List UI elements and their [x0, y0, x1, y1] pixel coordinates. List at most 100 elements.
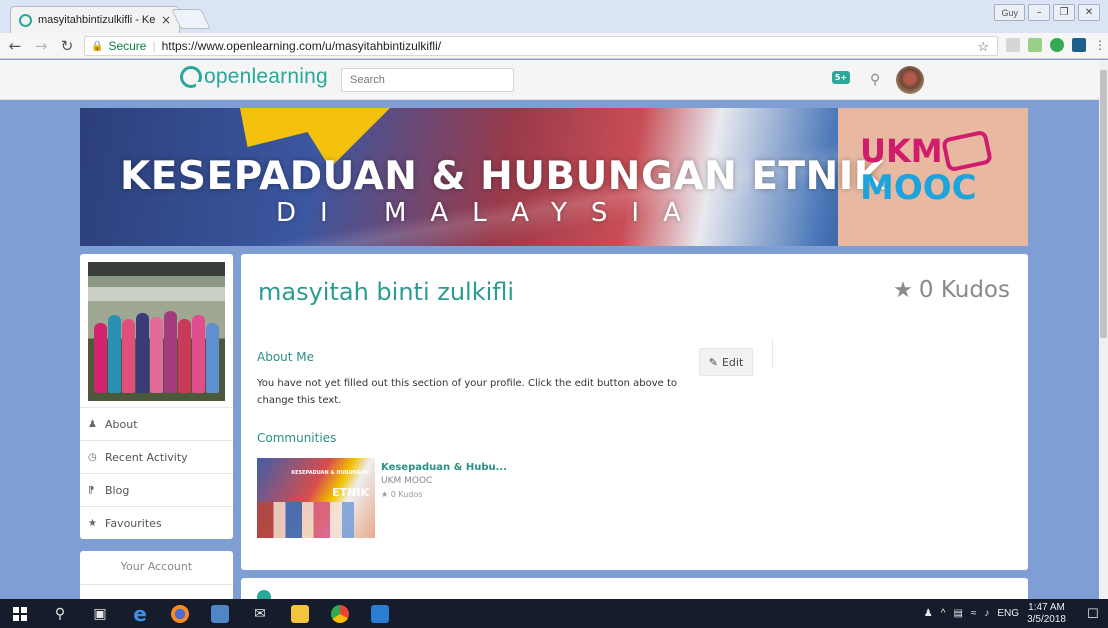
clock-time: 1:47 AM [1028, 601, 1065, 613]
photo-figure [192, 315, 205, 393]
sidebar-item-about[interactable]: ♟ About [80, 407, 233, 440]
photo-figure [122, 319, 135, 393]
star-icon: ★ [88, 517, 97, 529]
community-kudos: ★ 0 Kudos [381, 490, 507, 499]
extension-icon-4[interactable] [1072, 38, 1086, 52]
community-kudos-label: 0 Kudos [390, 490, 423, 499]
star-icon: ★ [893, 277, 913, 303]
search-icon[interactable]: ⚲ [40, 599, 80, 628]
extension-icons: ⋮ [1006, 38, 1106, 52]
bookmark-star-icon[interactable]: ☆ [977, 39, 989, 55]
profile-sidebar: ♟ About ◷ Recent Activity ⁋ Blog ★ Favou… [80, 254, 233, 539]
photo-figure [94, 323, 107, 393]
course-banner: KESEPADUAN & HUBUNGAN ETNIK DI MALAYSIA … [80, 108, 1028, 246]
communities-heading: Communities [257, 431, 337, 445]
reload-icon[interactable]: ↻ [56, 37, 78, 55]
edge-icon[interactable]: e [120, 599, 160, 628]
photo-figure [164, 311, 177, 393]
forward-icon[interactable]: → [30, 37, 52, 55]
system-tray: ♟ ^ ▤ ≈ ♪ ENG 1:47 AM 3/5/2018 ☐ [924, 599, 1108, 628]
browser-tab[interactable]: masyitahbintizulkifli - Ke × [10, 6, 180, 33]
sidebar-item-favourites[interactable]: ★ Favourites [80, 506, 233, 539]
firefox-icon[interactable] [160, 599, 200, 628]
kudos-label: 0 Kudos [918, 277, 1010, 303]
ukm-logo-text: UKM [860, 132, 943, 170]
sidebar-menu: ♟ About ◷ Recent Activity ⁋ Blog ★ Favou… [80, 407, 233, 539]
community-card[interactable]: KESEPADUAN & HUBUNGAN ETNIK Kesepaduan &… [257, 458, 507, 538]
logo-o-icon [180, 66, 203, 88]
people-icon[interactable]: ♟ [924, 608, 933, 619]
sidebar-item-label: Favourites [105, 516, 162, 530]
sidebar-item-label: Blog [105, 483, 130, 497]
edit-button[interactable]: ✎ Edit [699, 348, 753, 376]
header-icons: 5+ ⚲ [826, 66, 925, 94]
profile-chip[interactable]: Guy [994, 4, 1025, 21]
sidebar-item-blog[interactable]: ⁋ Blog [80, 473, 233, 506]
community-name-link[interactable]: Kesepaduan & Hubu... [381, 462, 507, 473]
tab-title: masyitahbintizulkifli - Ke [38, 14, 156, 26]
photo-figure [206, 323, 219, 393]
thumb-small-text: KESEPADUAN & HUBUNGAN [291, 470, 369, 476]
rss-icon: ⁋ [88, 484, 95, 496]
scrollbar-thumb[interactable] [1100, 70, 1107, 338]
account-panel: Your Account [80, 551, 233, 601]
secure-label: Secure [108, 39, 147, 53]
messages-icon[interactable]: 5+ [826, 69, 854, 91]
start-button[interactable] [0, 599, 40, 628]
sidebar-item-recent-activity[interactable]: ◷ Recent Activity [80, 440, 233, 473]
check-extension-icon[interactable] [1050, 38, 1064, 52]
chrome-icon[interactable] [320, 599, 360, 628]
url-text: https://www.openlearning.com/u/masyitahb… [161, 39, 442, 53]
page-scrollbar[interactable] [1099, 60, 1108, 599]
volume-icon[interactable]: ♪ [984, 608, 989, 619]
wifi-icon[interactable]: ≈ [971, 608, 977, 619]
search-input[interactable] [341, 68, 514, 92]
community-info: Kesepaduan & Hubu... UKM MOOC ★ 0 Kudos [381, 458, 507, 538]
photo-figure [150, 317, 163, 393]
user-icon: ♟ [88, 418, 97, 430]
extension-icon-2[interactable] [1028, 38, 1042, 52]
tab-close-icon[interactable]: × [161, 13, 171, 27]
banner-subtitle: DI MALAYSIA [276, 198, 705, 228]
openlearning-logo[interactable]: openlearning [180, 65, 328, 89]
star-icon: ★ [381, 490, 389, 499]
message-badge: 5+ [832, 71, 850, 84]
windows-taskbar: ⚲ ▣ e ✉ ♟ ^ ▤ ≈ ♪ ENG 1:47 AM 3/5/2018 ☐ [0, 599, 1108, 628]
language-indicator[interactable]: ENG [997, 608, 1019, 619]
pencil-icon: ✎ [708, 355, 718, 369]
network-icon[interactable]: ▤ [953, 608, 962, 619]
clock-icon: ◷ [88, 451, 97, 463]
close-window-icon[interactable]: ✕ [1078, 4, 1100, 21]
sidebar-item-label: About [105, 417, 138, 431]
avatar[interactable] [896, 66, 925, 94]
chevron-up-icon[interactable]: ^ [941, 608, 946, 619]
about-me-heading: About Me [257, 350, 315, 364]
restore-icon[interactable]: ❐ [1053, 4, 1075, 21]
thumb-big-text: ETNIK [332, 486, 369, 499]
address-separator: | [152, 39, 156, 53]
address-bar[interactable]: 🔒 Secure | https://www.openlearning.com/… [84, 36, 998, 56]
task-view-icon[interactable]: ▣ [80, 599, 120, 628]
clock[interactable]: 1:47 AM 3/5/2018 [1027, 602, 1066, 626]
word-icon[interactable] [360, 599, 400, 628]
thumb-people-image [257, 502, 375, 538]
lightbulb-icon[interactable]: ⚲ [870, 72, 880, 88]
divider [772, 339, 773, 369]
photo-figure [178, 319, 191, 393]
menu-icon[interactable]: ⋮ [1094, 38, 1106, 52]
mail-icon[interactable]: ✉ [240, 599, 280, 628]
mooc-logo-text: MOOC [860, 168, 977, 208]
account-title: Your Account [120, 560, 193, 573]
edit-label: Edit [721, 355, 744, 369]
page-title: masyitah binti zulkifli [258, 278, 515, 306]
minimize-icon[interactable]: – [1028, 4, 1050, 21]
photo-figure [136, 313, 149, 393]
notification-icon[interactable]: ☐ [1078, 606, 1108, 622]
notepad-icon[interactable] [200, 599, 240, 628]
back-icon[interactable]: ← [4, 37, 26, 55]
lock-icon: 🔒 [91, 40, 104, 52]
community-thumbnail[interactable]: KESEPADUAN & HUBUNGAN ETNIK [257, 458, 375, 538]
file-explorer-icon[interactable] [280, 599, 320, 628]
extension-icon-1[interactable] [1006, 38, 1020, 52]
profile-photo [88, 262, 225, 401]
